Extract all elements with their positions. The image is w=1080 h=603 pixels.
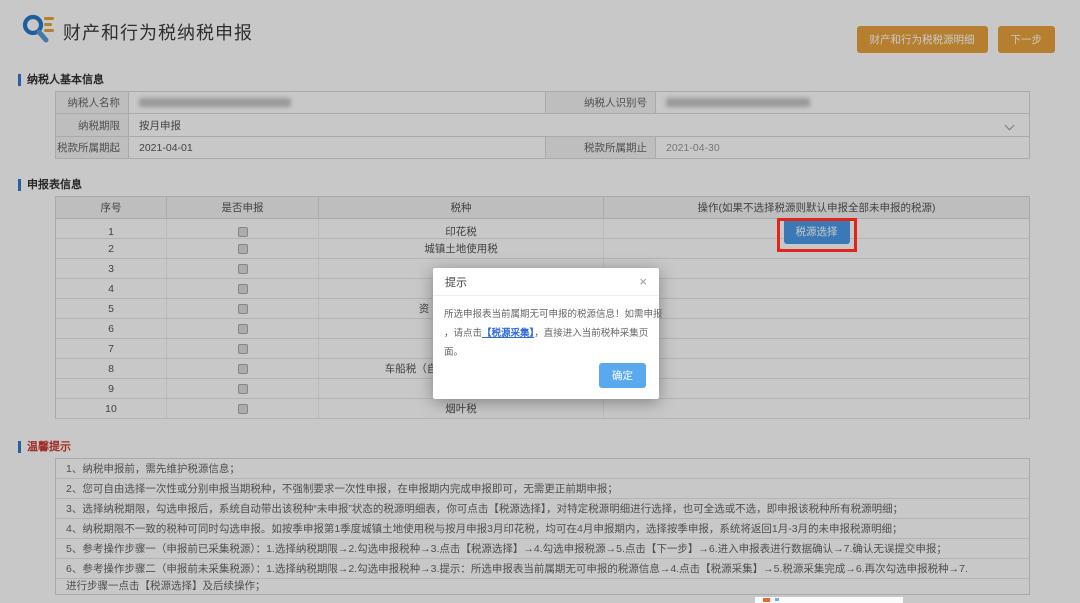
dialog-text-pre: ，请点击 (444, 328, 482, 339)
dialog-text-line1: 所选申报表当前属期无可申报的税源信息！如需申报 (444, 305, 648, 324)
bottom-window-sliver (755, 597, 903, 603)
taskbar-dot-fragment (775, 598, 779, 601)
dialog-header: 提示 × (433, 268, 659, 296)
dialog-text-post: ，直接进入当前税种采集页 (534, 328, 648, 339)
taskbar-icon-fragment (763, 598, 770, 602)
dialog-body: 所选申报表当前属期无可申报的税源信息！如需申报 ，请点击【税源采集】，直接进入当… (433, 296, 659, 362)
close-icon[interactable]: × (639, 275, 647, 288)
prompt-dialog: 提示 × 所选申报表当前属期无可申报的税源信息！如需申报 ，请点击【税源采集】，… (433, 268, 659, 399)
tax-declaration-page: 财产和行为税纳税申报 财产和行为税税源明细 下一步 纳税人基本信息 纳税人名称 … (0, 0, 1080, 603)
annotation-highlight-box (777, 218, 857, 252)
dialog-title: 提示 (445, 274, 467, 290)
confirm-button[interactable]: 确定 (599, 363, 646, 388)
dialog-text-line2: ，请点击【税源采集】，直接进入当前税种采集页 (444, 324, 648, 343)
tax-source-collect-link[interactable]: 【税源采集】 (482, 328, 534, 339)
dialog-text-line3: 面。 (444, 343, 648, 362)
